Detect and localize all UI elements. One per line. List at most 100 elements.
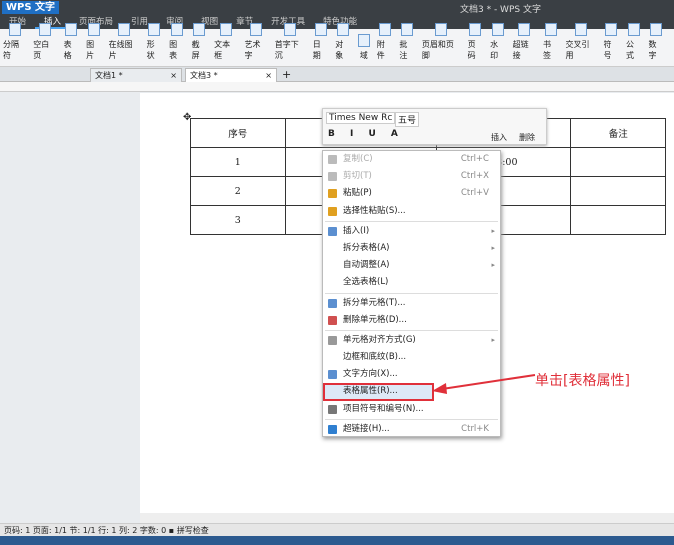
ribbon-icon	[38, 23, 51, 36]
table-cell[interactable]: 序号	[190, 118, 286, 148]
ribbon-button[interactable]: 对象	[335, 23, 351, 61]
ribbon-label: 附件	[376, 40, 385, 60]
menu-item[interactable]: 边框和底纹(B)...	[323, 349, 500, 366]
close-icon[interactable]: ×	[170, 69, 177, 83]
ribbon-label: 超链接	[512, 40, 529, 60]
ribbon-icon	[574, 23, 587, 36]
ribbon-button[interactable]: 书签	[543, 23, 559, 61]
menu-separator	[325, 418, 498, 420]
ribbon-icon	[284, 23, 297, 36]
ribbon-icon	[491, 23, 504, 36]
ribbon-label: 形状	[146, 40, 155, 60]
title-bar: WPS 文字 文档3 * - WPS 文字	[0, 0, 674, 16]
ribbon-icon	[250, 23, 263, 36]
table-insert-icon	[328, 226, 337, 236]
ribbon-button[interactable]: 页眉和页脚	[422, 23, 461, 61]
menu-item[interactable]: 剪切(T) Ctrl+X	[323, 168, 500, 185]
delete-button[interactable]: 删除	[519, 132, 535, 143]
tab-doc1[interactable]: 文档1 * ×	[90, 68, 182, 82]
menu-item[interactable]: 拆分表格(A) ▸	[323, 240, 500, 257]
close-icon[interactable]: ×	[265, 69, 272, 83]
menu-item[interactable]: 项目符号和编号(N)...	[323, 401, 500, 418]
ribbon-button[interactable]: 空白页	[33, 23, 56, 61]
ribbon-icon	[193, 23, 206, 36]
ribbon-button[interactable]: 表格	[64, 23, 80, 61]
ribbon-label: 首字下沉	[274, 40, 299, 60]
menu-item-label: 单元格对齐方式(G)	[343, 334, 416, 345]
ribbon-label: 页眉和页脚	[421, 40, 454, 60]
menu-item[interactable]: 删除单元格(D)...	[323, 312, 500, 329]
ribbon-button[interactable]: 符号	[603, 23, 619, 61]
ribbon-label: 艺术字	[244, 40, 261, 60]
table-cell[interactable]: 2	[190, 176, 286, 206]
ribbon-button[interactable]: 形状	[147, 23, 163, 61]
ribbon-button[interactable]: 批注	[399, 23, 415, 61]
cut-icon	[328, 172, 337, 182]
menu-item-shortcut: Ctrl+V	[460, 188, 489, 199]
app-logo-button[interactable]: WPS 文字	[2, 1, 60, 14]
ribbon-button[interactable]: 交叉引用	[565, 23, 596, 61]
menu-separator	[325, 292, 498, 294]
menu-item[interactable]: 超链接(H)... Ctrl+K	[323, 421, 500, 438]
ribbon-label: 截屏	[191, 40, 200, 60]
ribbon-button[interactable]: 截屏	[192, 23, 208, 61]
ribbon-button[interactable]: 页码	[468, 23, 484, 61]
document-tabs: 文档1 * × 文档3 * × +	[0, 67, 674, 82]
insert-button[interactable]: 插入	[491, 132, 507, 143]
ribbon-button[interactable]: 分隔符	[3, 23, 26, 61]
ribbon-icon	[219, 23, 232, 36]
tab-label: 文档3 *	[190, 71, 218, 80]
ribbon-button[interactable]: 水印	[490, 23, 506, 61]
menu-item[interactable]: 选择性粘贴(S)...	[323, 203, 500, 220]
ribbon-button[interactable]: 数字	[649, 23, 665, 61]
table-cell[interactable]	[570, 147, 666, 177]
window-title: 文档3 * - WPS 文字	[460, 5, 541, 15]
table-cell[interactable]: 1	[190, 147, 286, 177]
menu-item-label: 复制(C)	[343, 154, 373, 164]
menu-item-label: 拆分单元格(T)...	[343, 297, 406, 308]
format-buttons[interactable]: B I U A	[328, 129, 404, 139]
ribbon-button[interactable]: 首字下沉	[275, 23, 306, 61]
ribbon-icon	[65, 23, 78, 36]
ribbon-button[interactable]: 超链接	[513, 23, 536, 61]
menu-item[interactable]: 复制(C) Ctrl+C	[323, 151, 500, 168]
menu-item-label: 选择性粘贴(S)...	[343, 205, 406, 216]
ribbon-button[interactable]: 图表	[169, 23, 185, 61]
font-size-select[interactable]: 五号	[395, 112, 420, 127]
menu-item[interactable]: 表格属性(R)...	[323, 383, 434, 401]
tab-doc3[interactable]: 文档3 * ×	[185, 68, 277, 82]
ribbon-icon	[87, 23, 100, 36]
table-cell[interactable]: 备注	[570, 118, 666, 148]
ribbon-button[interactable]: 日期	[313, 23, 329, 61]
ribbon-button[interactable]: 图片	[86, 23, 102, 61]
menu-item[interactable]: 拆分单元格(T)...	[323, 295, 500, 312]
menu-item[interactable]: 自动调整(A) ▸	[323, 257, 500, 274]
font-select[interactable]: Times New Rc	[326, 112, 396, 124]
ribbon-icon	[627, 23, 640, 36]
menu-item[interactable]: 全选表格(L)	[323, 274, 500, 291]
ribbon-button[interactable]: 域	[357, 34, 370, 61]
ribbon-icon	[118, 23, 131, 36]
align-icon	[328, 335, 337, 345]
ribbon-button[interactable]: 在线图片	[109, 23, 140, 61]
table-cell[interactable]	[570, 176, 666, 206]
table-cell[interactable]: 3	[190, 205, 286, 235]
menu-item[interactable]: 单元格对齐方式(G) ▸	[323, 332, 500, 349]
submenu-arrow-icon: ▸	[491, 226, 495, 235]
paste-special-icon	[328, 206, 337, 216]
menu-item-label: 表格属性(R)...	[343, 386, 398, 397]
ribbon-icon	[148, 23, 161, 36]
ribbon-button[interactable]: 附件	[377, 23, 393, 61]
ribbon-button[interactable]: 公式	[626, 23, 642, 61]
ribbon-button[interactable]: 艺术字	[244, 23, 267, 61]
menu-item-shortcut: Ctrl+C	[460, 154, 489, 164]
ribbon-label: 对象	[335, 40, 344, 60]
table-cell[interactable]	[570, 205, 666, 235]
ribbon-icon	[8, 23, 21, 36]
menu-item[interactable]: 粘贴(P) Ctrl+V	[323, 185, 500, 202]
horizontal-scrollbar[interactable]	[140, 513, 674, 523]
ribbon-icon	[435, 23, 448, 36]
menu-item[interactable]: 插入(I) ▸	[323, 223, 500, 240]
new-tab-button[interactable]: +	[282, 68, 291, 81]
ribbon-button[interactable]: 文本框	[214, 23, 237, 61]
